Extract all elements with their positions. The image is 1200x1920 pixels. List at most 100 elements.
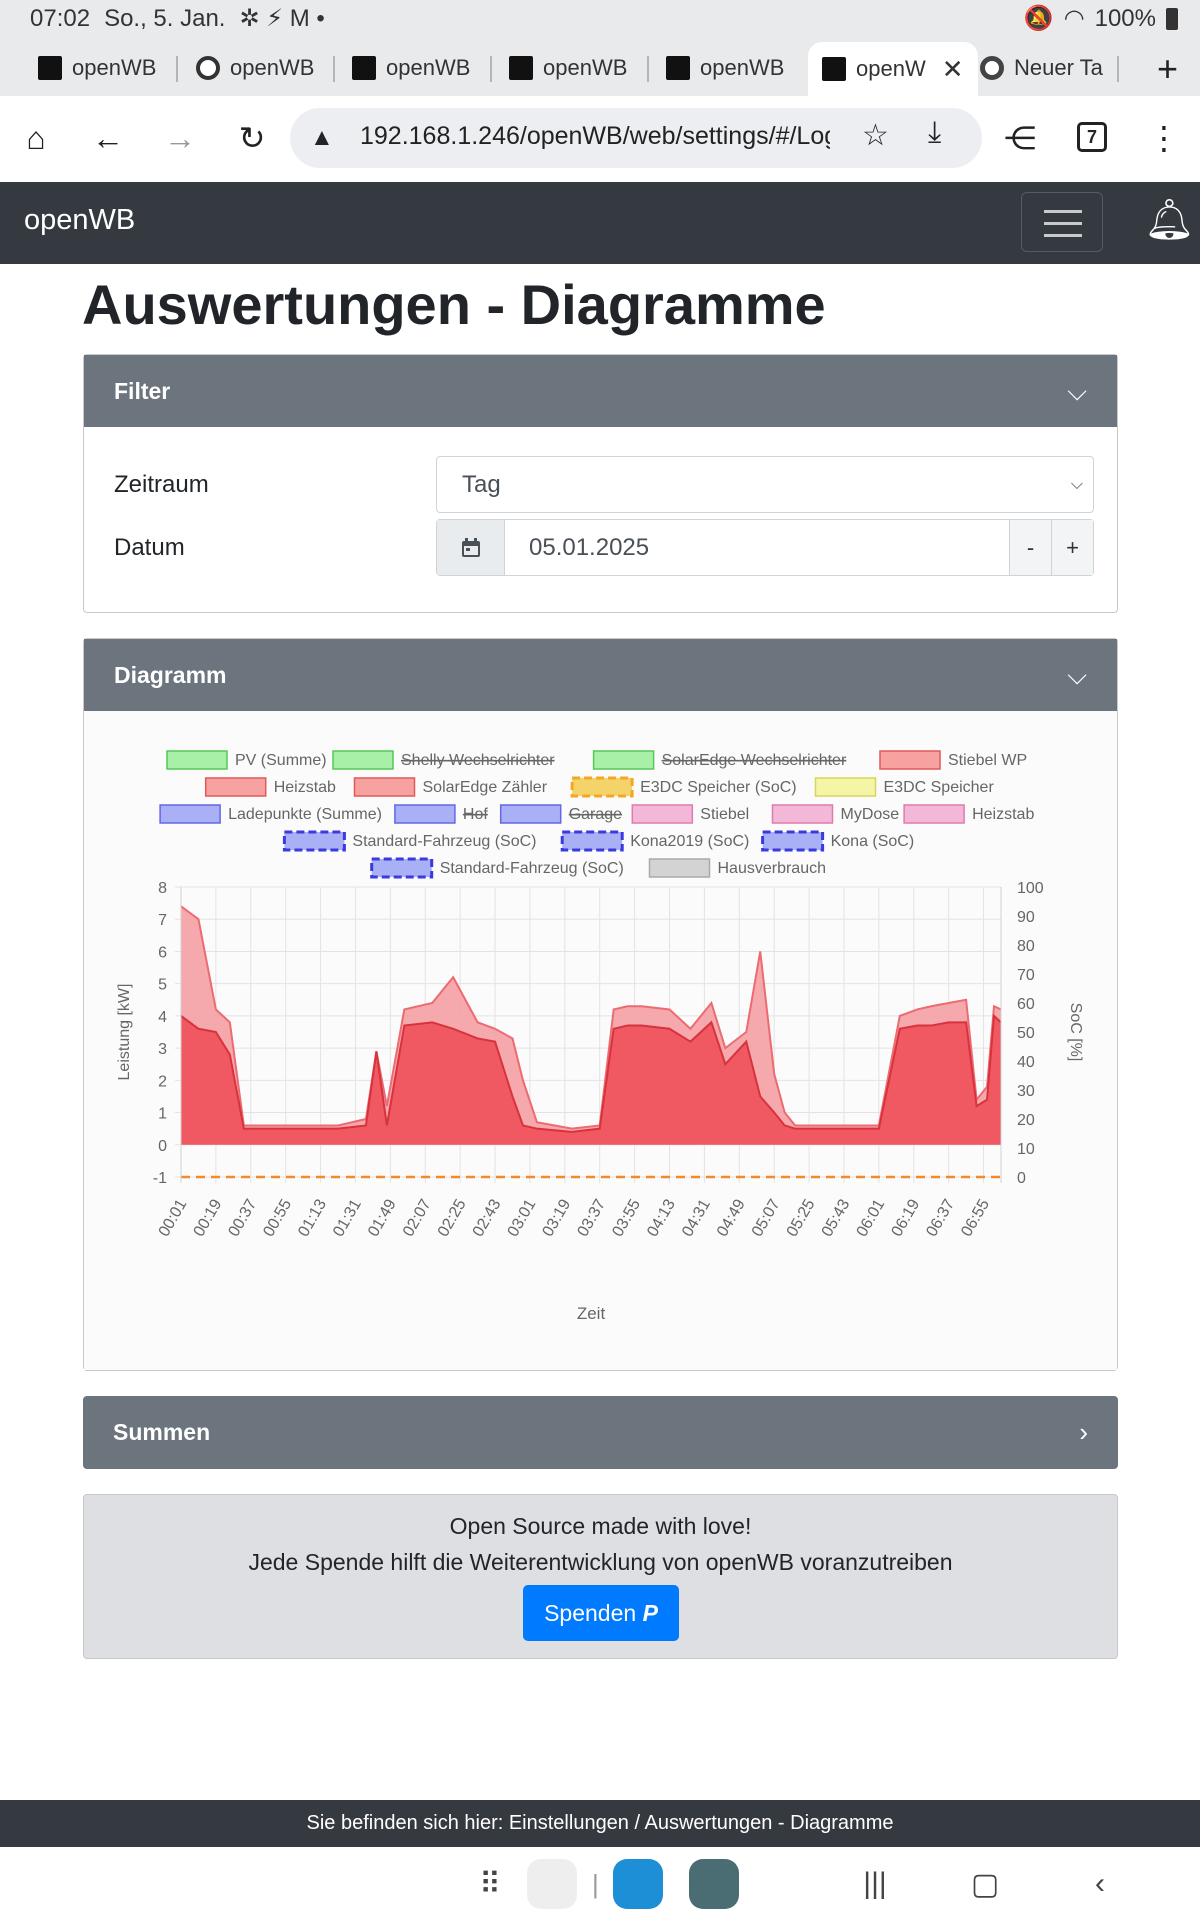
donate-label: Spenden xyxy=(544,1600,637,1626)
summen-card: Summen › xyxy=(83,1396,1118,1469)
status-time: 07:02 xyxy=(30,4,91,32)
x-tick-label: 06:19 xyxy=(888,1196,923,1239)
legend-swatch xyxy=(570,776,634,798)
multi-app-icon[interactable] xyxy=(689,1859,739,1909)
legend-label: Standard-Fahrzeug (SoC) xyxy=(352,833,536,850)
download-icon[interactable]: ⤓ xyxy=(928,116,941,150)
power-chart[interactable]: PV (Summe) Shelly Wechselrichter SolarEdge… xyxy=(84,711,1117,1370)
page-title: Auswertungen - Diagramme xyxy=(82,273,826,336)
x-tick-label: 03:37 xyxy=(574,1196,609,1239)
legend-swatch xyxy=(370,857,434,879)
date-decrement-button[interactable]: - xyxy=(1009,520,1051,575)
x-axis-title: Zeit xyxy=(577,1304,606,1323)
browser-tab[interactable]: Neuer Ta xyxy=(980,48,1103,88)
datum-label: Datum xyxy=(114,534,185,561)
browser-tab[interactable]: openWB xyxy=(666,48,784,88)
y2-tick-label: 30 xyxy=(1017,1083,1035,1100)
share-icon[interactable]: ⋲ xyxy=(1000,118,1040,158)
tab-divider xyxy=(176,56,178,82)
router-app-icon[interactable] xyxy=(613,1859,663,1909)
x-tick-label: 00:37 xyxy=(226,1196,261,1239)
home-icon[interactable]: ⌂ xyxy=(16,118,56,158)
browser-tab[interactable]: openWB xyxy=(196,48,314,88)
openwb-favicon-icon xyxy=(509,56,533,80)
hamburger-line xyxy=(1044,234,1082,237)
y2-tick-label: 60 xyxy=(1017,996,1035,1013)
x-tick-label: 01:13 xyxy=(295,1196,330,1239)
app-shortcut-icon[interactable] xyxy=(527,1859,577,1909)
forward-arrow-icon[interactable]: → xyxy=(160,118,200,158)
browser-tab[interactable]: openWB xyxy=(38,48,156,88)
legend-label: MyDose xyxy=(841,806,900,823)
filter-header-label: Filter xyxy=(114,378,171,404)
not-secure-warning-icon[interactable]: ▲ xyxy=(310,124,334,152)
tab-title: Neuer Ta xyxy=(1014,55,1103,80)
globe-favicon-icon xyxy=(196,56,220,80)
tab-switcher-button[interactable]: 7 xyxy=(1077,122,1107,152)
browser-tab[interactable]: openWB xyxy=(509,48,627,88)
app-navbar: openWB 🔔︎ xyxy=(0,182,1200,264)
x-tick-label: 06:37 xyxy=(923,1196,958,1239)
y2-tick-label: 0 xyxy=(1017,1170,1026,1187)
app-tile xyxy=(689,1859,739,1909)
zeitraum-select[interactable]: Tag ⌵ xyxy=(436,456,1094,513)
battery-level: 100% xyxy=(1094,4,1156,32)
summen-card-header[interactable]: Summen › xyxy=(83,1396,1118,1469)
y-tick-label: 1 xyxy=(158,1106,167,1123)
x-tick-label: 04:49 xyxy=(714,1196,749,1239)
legend-swatch xyxy=(879,750,941,770)
legend-label: Stiebel xyxy=(700,806,749,823)
recent-apps-icon[interactable]: ||| xyxy=(855,1859,895,1909)
x-tick-label: 02:43 xyxy=(470,1196,505,1239)
y2-tick-label: 90 xyxy=(1017,909,1035,926)
breadcrumb: Sie befinden sich hier: Einstellungen / … xyxy=(0,1800,1200,1847)
bell-icon[interactable]: 🔔︎ xyxy=(1144,196,1195,243)
legend-label: Shelly Wechselrichter xyxy=(401,752,555,769)
x-tick-label: 06:55 xyxy=(958,1196,993,1239)
diagramm-card-header[interactable]: Diagramm ⌵ xyxy=(84,639,1117,711)
close-tab-icon[interactable]: ✕ xyxy=(942,54,964,85)
legend-label: Kona2019 (SoC) xyxy=(630,833,749,850)
datum-input[interactable]: 05.01.2025 xyxy=(505,520,1009,575)
summen-header-label: Summen xyxy=(113,1419,211,1445)
paypal-icon: P xyxy=(642,1600,658,1626)
calendar-icon[interactable] xyxy=(437,520,505,575)
y-tick-label: 6 xyxy=(158,944,167,961)
legend-swatch xyxy=(592,750,655,770)
address-bar[interactable]: ▲ 192.168.1.246/openWB/web/settings/#/Lo… xyxy=(290,108,982,168)
back-arrow-icon[interactable]: ← xyxy=(88,118,128,158)
donation-footer: Open Source made with love! Jede Spende … xyxy=(83,1494,1118,1659)
app-drawer-icon[interactable]: ⠿ xyxy=(470,1859,510,1909)
tab-divider xyxy=(490,56,492,82)
browser-tab-active[interactable]: openW ✕ xyxy=(808,42,978,96)
url-text[interactable]: 192.168.1.246/openWB/web/settings/#/Logg… xyxy=(360,122,830,151)
legend-label: E3DC Speicher (SoC) xyxy=(640,779,797,796)
legend-swatch xyxy=(204,777,267,797)
date-increment-button[interactable]: + xyxy=(1051,520,1093,575)
tab-title: openWB xyxy=(700,55,785,80)
browser-toolbar: ⌂ ← → ↻ ▲ 192.168.1.246/openWB/web/setti… xyxy=(0,96,1200,182)
more-menu-icon[interactable]: ⋮ xyxy=(1144,118,1184,158)
navbar-brand[interactable]: openWB xyxy=(24,204,135,237)
donate-button[interactable]: Spenden P xyxy=(523,1585,679,1641)
new-tab-plus-icon[interactable]: + xyxy=(1157,48,1178,90)
reload-icon[interactable]: ↻ xyxy=(232,118,272,158)
y2-tick-label: 20 xyxy=(1017,1112,1035,1129)
hamburger-line xyxy=(1044,222,1082,225)
home-button-icon[interactable]: ▢ xyxy=(965,1859,1005,1909)
tab-divider xyxy=(647,56,649,82)
bookmark-star-icon[interactable]: ☆ xyxy=(862,118,889,153)
legend-swatch xyxy=(499,804,562,824)
legend-label: Standard-Fahrzeug (SoC) xyxy=(440,860,624,877)
navbar-toggler-button[interactable] xyxy=(1021,192,1103,252)
x-tick-label: 05:07 xyxy=(749,1196,784,1239)
legend-label: E3DC Speicher xyxy=(884,779,995,796)
back-button-icon[interactable]: ‹ xyxy=(1080,1859,1120,1909)
app-tile xyxy=(613,1859,663,1909)
filter-card-header[interactable]: Filter ⌵ xyxy=(84,355,1117,427)
tab-title: openWB xyxy=(72,55,157,80)
browser-tab[interactable]: openWB xyxy=(352,48,470,88)
series-line-stiebel-wp xyxy=(180,1013,1002,1133)
filter-card: Filter ⌵ Zeitraum Tag ⌵ Datum 05.01.2025… xyxy=(83,354,1118,613)
x-tick-label: 00:19 xyxy=(191,1196,226,1239)
